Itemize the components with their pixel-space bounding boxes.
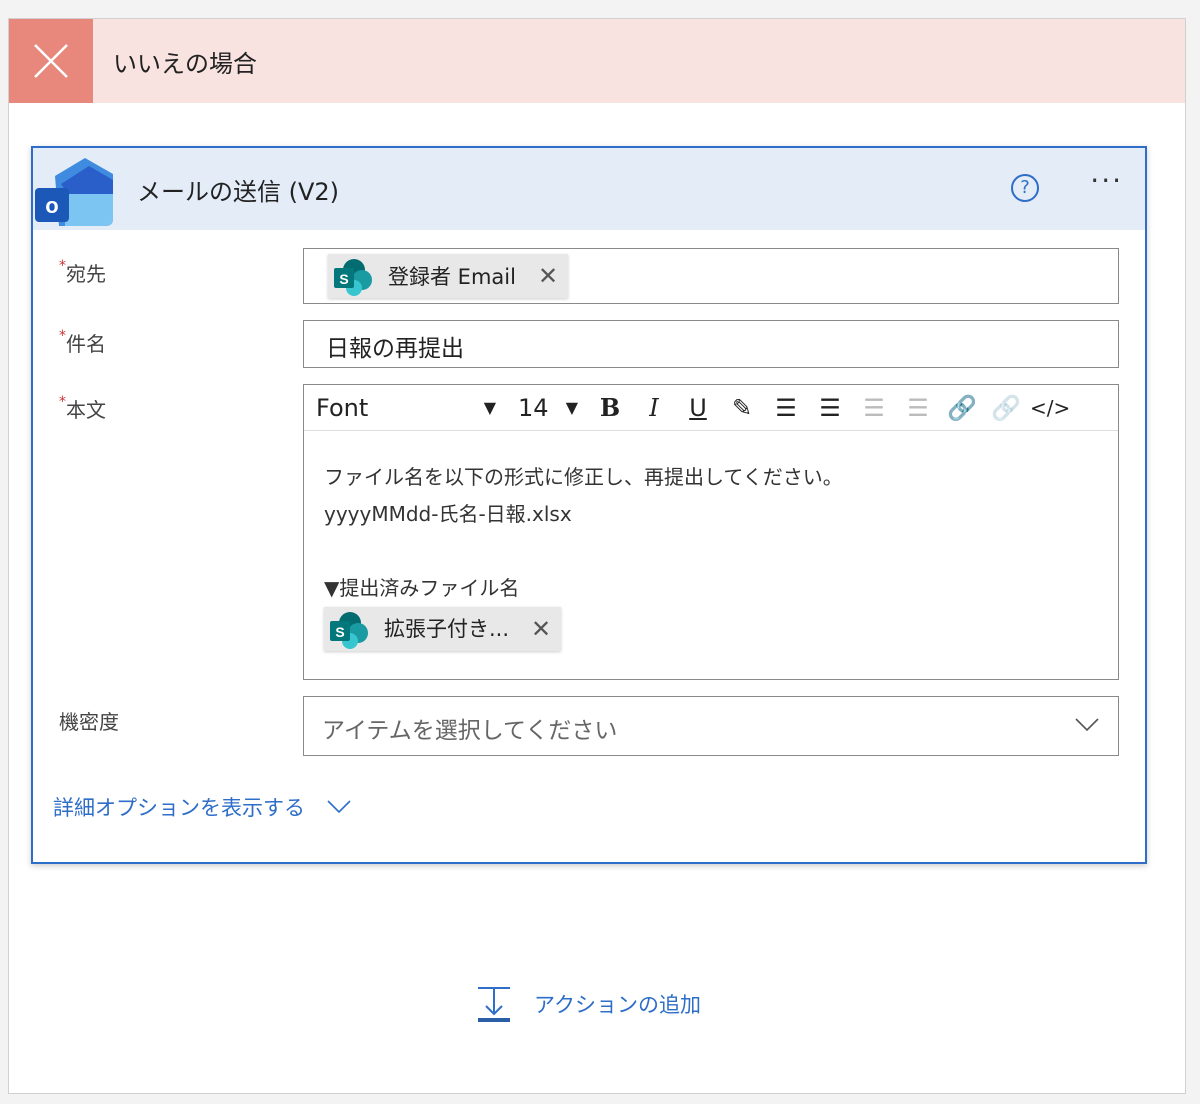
unlink-icon[interactable]: 🔗 xyxy=(986,387,1026,428)
chevron-down-icon xyxy=(327,800,351,814)
more-options-icon[interactable]: ··· xyxy=(1090,164,1123,197)
body-line xyxy=(324,533,1098,570)
branch-title: いいえの場合 xyxy=(113,49,257,78)
subject-label: *件名 xyxy=(59,328,106,356)
help-icon[interactable]: ? xyxy=(1011,174,1039,202)
action-header[interactable]: o メールの送信 (V2) ? ··· xyxy=(33,148,1145,230)
bold-icon[interactable]: B xyxy=(590,387,630,428)
body-line: ▼提出済みファイル名 xyxy=(324,576,520,600)
sensitivity-placeholder: アイテムを選択してください xyxy=(322,718,618,744)
token-label: 拡張子付き... xyxy=(384,616,510,641)
to-label: *宛先 xyxy=(59,258,106,286)
body-line: ファイル名を以下の形式に修正し、再提出してください。 xyxy=(324,465,843,489)
font-select[interactable]: Font ▼ xyxy=(306,387,506,428)
italic-icon[interactable]: I xyxy=(634,387,674,428)
close-icon xyxy=(9,19,93,103)
link-icon[interactable]: 🔗 xyxy=(942,387,982,428)
add-action-icon xyxy=(478,987,510,1022)
bullet-list-icon[interactable]: ☰ xyxy=(766,387,806,428)
svg-text:o: o xyxy=(45,193,58,218)
sharepoint-icon: S xyxy=(328,609,370,649)
rich-text-toolbar: Font ▼ 14 ▼ B I U ✎ ☰ ☰ ☰ ☰ 🔗 🔗 </> xyxy=(304,385,1118,431)
svg-text:S: S xyxy=(335,624,344,640)
branch-header: いいえの場合 xyxy=(9,19,1185,103)
sharepoint-icon: S xyxy=(332,256,374,296)
action-title: メールの送信 (V2) xyxy=(137,177,340,206)
numbered-list-icon[interactable]: ☰ xyxy=(810,387,850,428)
outdent-icon[interactable]: ☰ xyxy=(898,387,938,428)
to-field[interactable]: S 登録者 Email ✕ xyxy=(303,248,1119,304)
body-line: yyyyMMdd-氏名-日報.xlsx xyxy=(324,502,572,526)
chevron-down-icon xyxy=(1075,718,1099,732)
token-label: 登録者 Email xyxy=(388,265,516,289)
subject-input[interactable]: 日報の再提出 xyxy=(303,320,1119,368)
remove-token-icon[interactable]: ✕ xyxy=(531,611,551,648)
code-view-icon[interactable]: </> xyxy=(1030,387,1071,428)
show-advanced-options-link[interactable]: 詳細オプションを表示する xyxy=(53,792,352,822)
body-content[interactable]: ファイル名を以下の形式に修正し、再提出してください。 yyyyMMdd-氏名-日… xyxy=(304,431,1118,689)
add-action-button[interactable]: アクションの追加 xyxy=(474,984,701,1024)
svg-text:S: S xyxy=(339,271,348,287)
dynamic-content-token[interactable]: S 拡張子付き... ✕ xyxy=(324,607,562,651)
font-size-select[interactable]: 14 ▼ xyxy=(510,387,586,428)
body-editor[interactable]: Font ▼ 14 ▼ B I U ✎ ☰ ☰ ☰ ☰ 🔗 🔗 </> ファイル名を… xyxy=(303,384,1119,680)
underline-icon[interactable]: U xyxy=(678,387,718,428)
body-label: *本文 xyxy=(59,394,106,422)
add-action-label: アクションの追加 xyxy=(534,993,701,1017)
send-email-action-card: o メールの送信 (V2) ? ··· *宛先 S 登録者 Email ✕ *件… xyxy=(31,146,1147,864)
remove-token-icon[interactable]: ✕ xyxy=(538,262,558,290)
indent-icon[interactable]: ☰ xyxy=(854,387,894,428)
color-picker-icon[interactable]: ✎ xyxy=(722,387,762,428)
outlook-icon: o xyxy=(35,158,113,226)
dynamic-content-token[interactable]: S 登録者 Email ✕ xyxy=(328,254,569,298)
sensitivity-dropdown[interactable]: アイテムを選択してください xyxy=(303,696,1119,756)
sensitivity-label: 機密度 xyxy=(59,710,119,734)
